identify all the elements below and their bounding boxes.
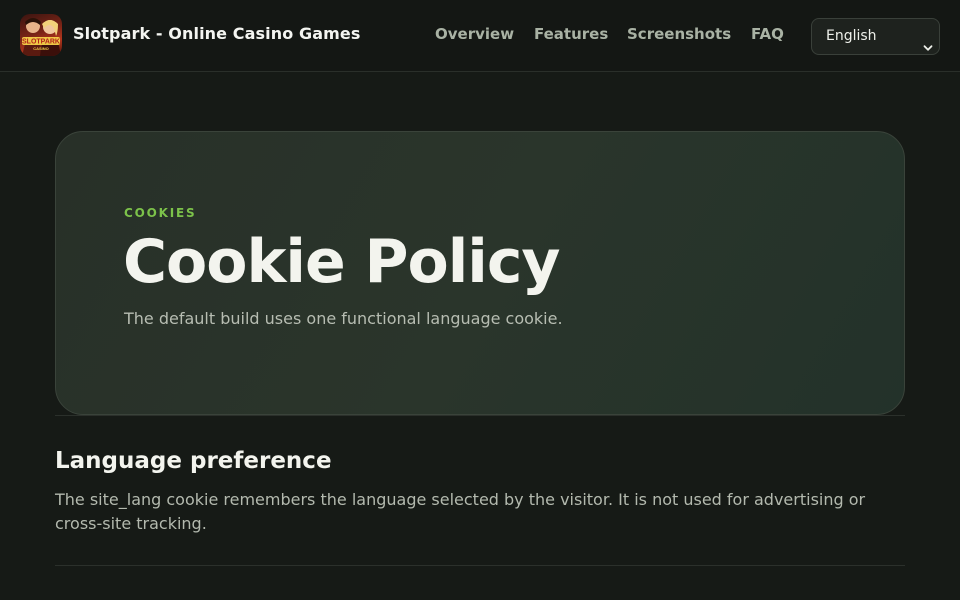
logo-wordmark: SLOTPARK (22, 39, 60, 46)
logo-subtext: CASINO (33, 46, 49, 51)
top-navigation-bar: SLOTPARK CASINO Slotpark - Online Casino… (0, 0, 960, 72)
page-title: Cookie Policy (123, 227, 561, 297)
site-brand-title[interactable]: Slotpark - Online Casino Games (73, 24, 360, 43)
hero-card: COOKIES Cookie Policy The default build … (55, 131, 905, 415)
section-heading: Language preference (55, 448, 332, 474)
nav-faq-link[interactable]: FAQ (751, 25, 784, 43)
hero-eyebrow: COOKIES (124, 206, 197, 220)
nav-overview-link[interactable]: Overview (435, 25, 514, 43)
nav-features-link[interactable]: Features (534, 25, 608, 43)
hero-subtitle: The default build uses one functional la… (124, 309, 563, 328)
language-select[interactable]: English (811, 18, 940, 55)
section-divider-top (55, 415, 905, 416)
nav-screenshots-link[interactable]: Screenshots (627, 25, 731, 43)
slotpark-logo-icon[interactable]: SLOTPARK CASINO (20, 14, 62, 56)
section-divider-bottom (55, 565, 905, 566)
language-select-value: English (826, 28, 877, 44)
section-body-text: The site_lang cookie remembers the langu… (55, 490, 866, 533)
chevron-down-icon (923, 32, 933, 51)
